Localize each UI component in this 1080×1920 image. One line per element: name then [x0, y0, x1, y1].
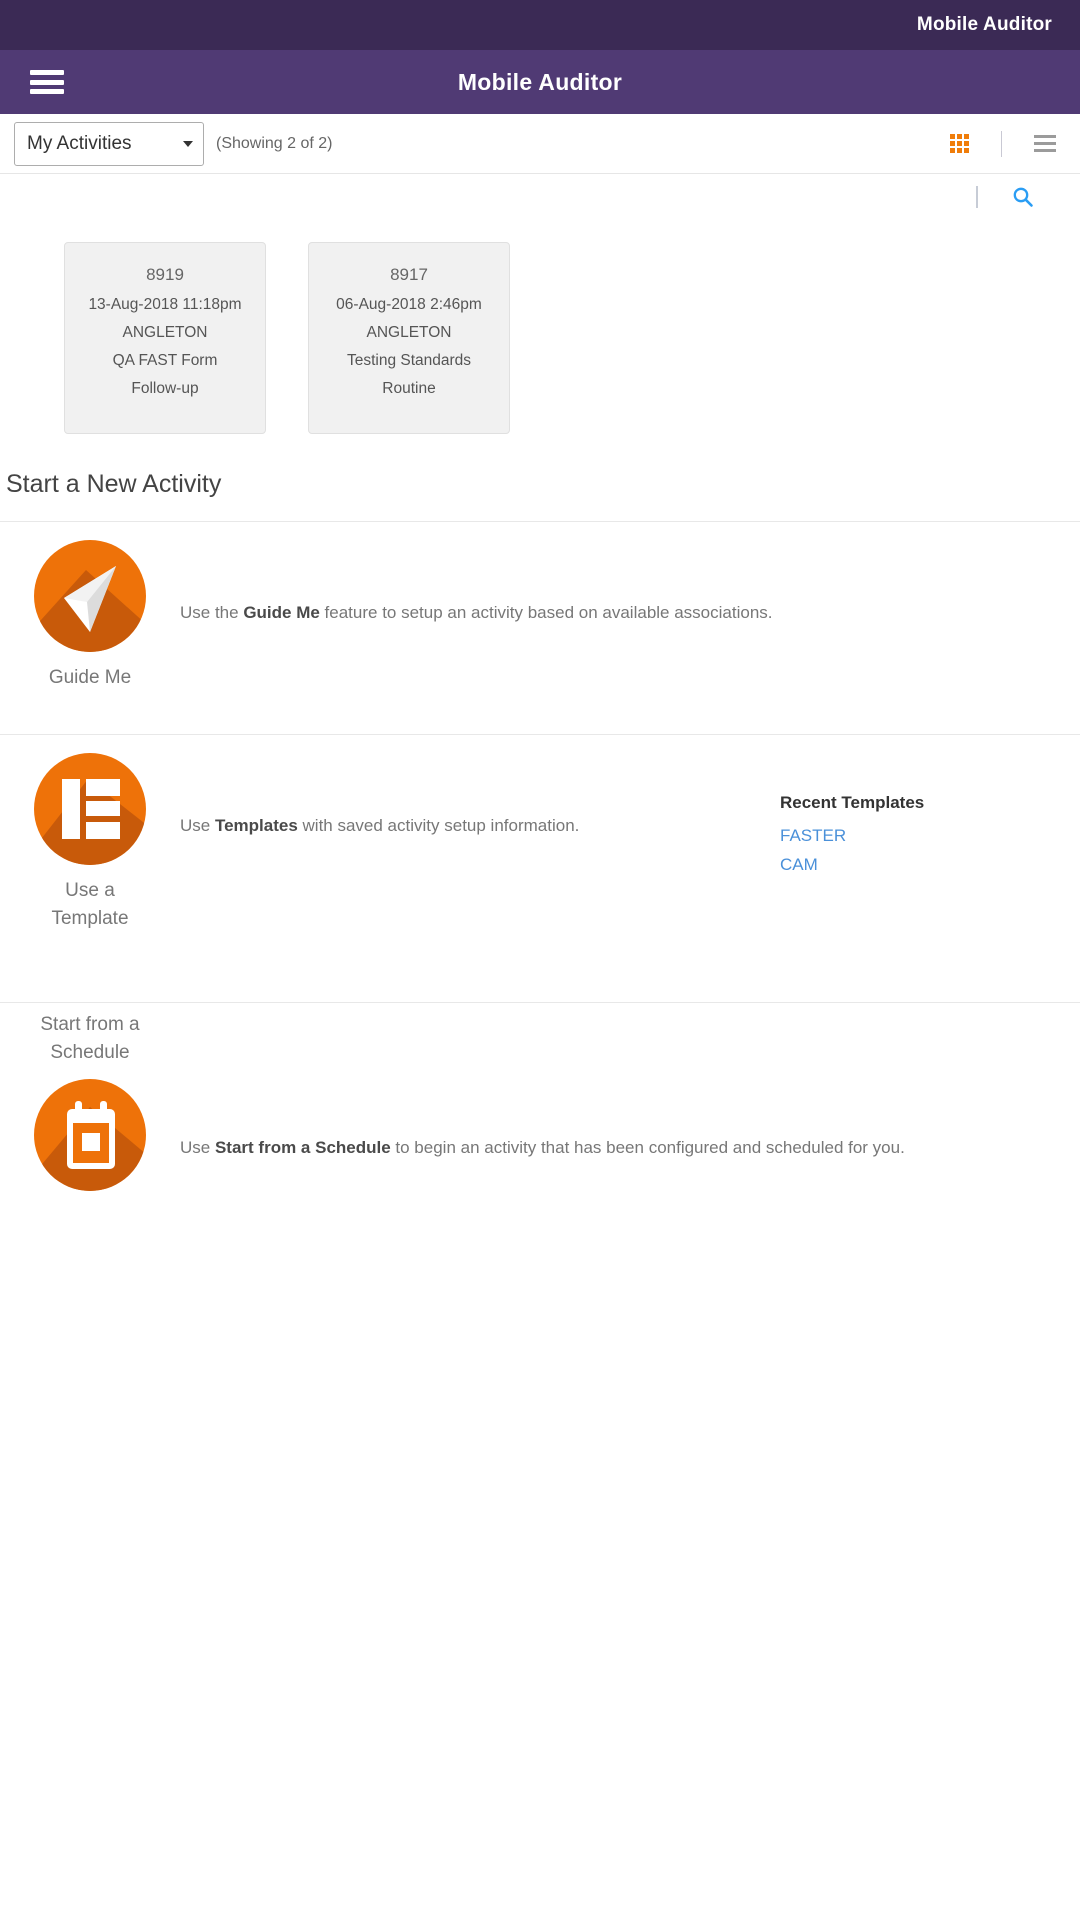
- activity-card[interactable]: 8919 13-Aug-2018 11:18pm ANGLETON QA FAS…: [64, 242, 266, 434]
- template-desc-bold: Templates: [214, 816, 298, 835]
- schedule-label-line2: Schedule: [50, 1042, 130, 1063]
- schedule-icon-column: Start from a Schedule: [0, 1003, 180, 1191]
- schedule-label: Start from a Schedule: [40, 1011, 139, 1067]
- activity-form: Testing Standards: [346, 352, 472, 369]
- activity-datetime: 06-Aug-2018 2:46pm: [336, 296, 482, 313]
- guide-me-icon-column: Guide Me: [0, 522, 180, 692]
- recent-template-link[interactable]: CAM: [780, 850, 1080, 879]
- hamburger-menu-icon[interactable]: [30, 70, 64, 94]
- filter-toolbar: My Activities (Showing 2 of 2): [0, 114, 1080, 174]
- activity-datetime: 13-Aug-2018 11:18pm: [88, 296, 242, 313]
- schedule-label-line1: Start from a: [40, 1014, 140, 1035]
- guide-me-description: Use the Guide Me feature to setup an act…: [180, 522, 1080, 626]
- hamburger-bar: [30, 79, 64, 85]
- activity-id: 8917: [390, 265, 428, 284]
- template-description: Use Templates with saved activity setup …: [180, 735, 780, 839]
- activity-location: ANGLETON: [122, 324, 208, 341]
- activity-card-list: 8919 13-Aug-2018 11:18pm ANGLETON QA FAS…: [0, 220, 1080, 434]
- activity-id: 8919: [146, 265, 184, 284]
- showing-count-label: (Showing 2 of 2): [216, 134, 333, 152]
- app-header: Mobile Auditor: [0, 50, 1080, 114]
- template-label-line2: Template: [51, 908, 129, 929]
- new-activity-option-guide-me[interactable]: Guide Me Use the Guide Me feature to set…: [0, 522, 1080, 712]
- view-mode-icons: [950, 130, 1056, 157]
- page-title: Mobile Auditor: [457, 68, 623, 95]
- new-activity-section-title: Start a New Activity: [6, 470, 222, 498]
- template-icon-column: Use a Template: [0, 735, 180, 933]
- list-view-icon[interactable]: [1034, 135, 1056, 152]
- search-icon[interactable]: [1012, 186, 1034, 208]
- guide-me-desc-bold: Guide Me: [243, 603, 320, 622]
- activity-type: Follow-up: [131, 380, 199, 397]
- schedule-desc-prefix: Use: [180, 1138, 215, 1157]
- search-toolbar: [0, 174, 1080, 220]
- activity-form: QA FAST Form: [112, 352, 218, 369]
- search-divider: [976, 186, 978, 208]
- template-label: Use a Template: [51, 877, 128, 933]
- hamburger-bar: [30, 70, 64, 75]
- schedule-desc-suffix: to begin an activity that has been confi…: [390, 1138, 905, 1157]
- guide-me-desc-suffix: feature to setup an activity based on av…: [319, 603, 773, 622]
- template-glyph: [62, 779, 120, 839]
- hamburger-bar: [30, 89, 64, 94]
- schedule-description: Use Start from a Schedule to begin an ac…: [180, 1003, 1080, 1161]
- template-desc-prefix: Use: [180, 816, 215, 835]
- app-name-label: Mobile Auditor: [916, 14, 1052, 35]
- paper-plane-icon[interactable]: [34, 540, 146, 652]
- activity-filter-select[interactable]: My Activities: [14, 121, 204, 166]
- activity-type: Routine: [382, 380, 436, 397]
- grid-view-icon[interactable]: [950, 134, 969, 153]
- calendar-icon[interactable]: [34, 1079, 146, 1191]
- activity-filter-wrap: My Activities: [14, 121, 204, 166]
- schedule-desc-bold: Start from a Schedule: [214, 1138, 391, 1157]
- recent-template-link[interactable]: FASTER: [780, 821, 1080, 850]
- activity-card[interactable]: 8917 06-Aug-2018 2:46pm ANGLETON Testing…: [308, 242, 510, 434]
- recent-templates-panel: Recent Templates FASTER CAM: [780, 735, 1080, 879]
- toolbar-divider: [1001, 130, 1002, 157]
- new-activity-option-template[interactable]: Use a Template Use Templates with saved …: [0, 735, 1080, 980]
- template-desc-suffix: with saved activity setup information.: [297, 816, 580, 835]
- guide-me-label: Guide Me: [48, 667, 132, 688]
- template-label-line1: Use a: [65, 880, 115, 901]
- new-activity-option-schedule[interactable]: Start from a Schedule Use Start from a S…: [0, 1003, 1080, 1248]
- recent-templates-title: Recent Templates: [780, 793, 925, 812]
- template-layout-icon[interactable]: [34, 753, 146, 865]
- guide-me-desc-prefix: Use the: [180, 603, 244, 622]
- activity-location: ANGLETON: [366, 324, 452, 341]
- top-status-strip: Mobile Auditor: [0, 0, 1080, 50]
